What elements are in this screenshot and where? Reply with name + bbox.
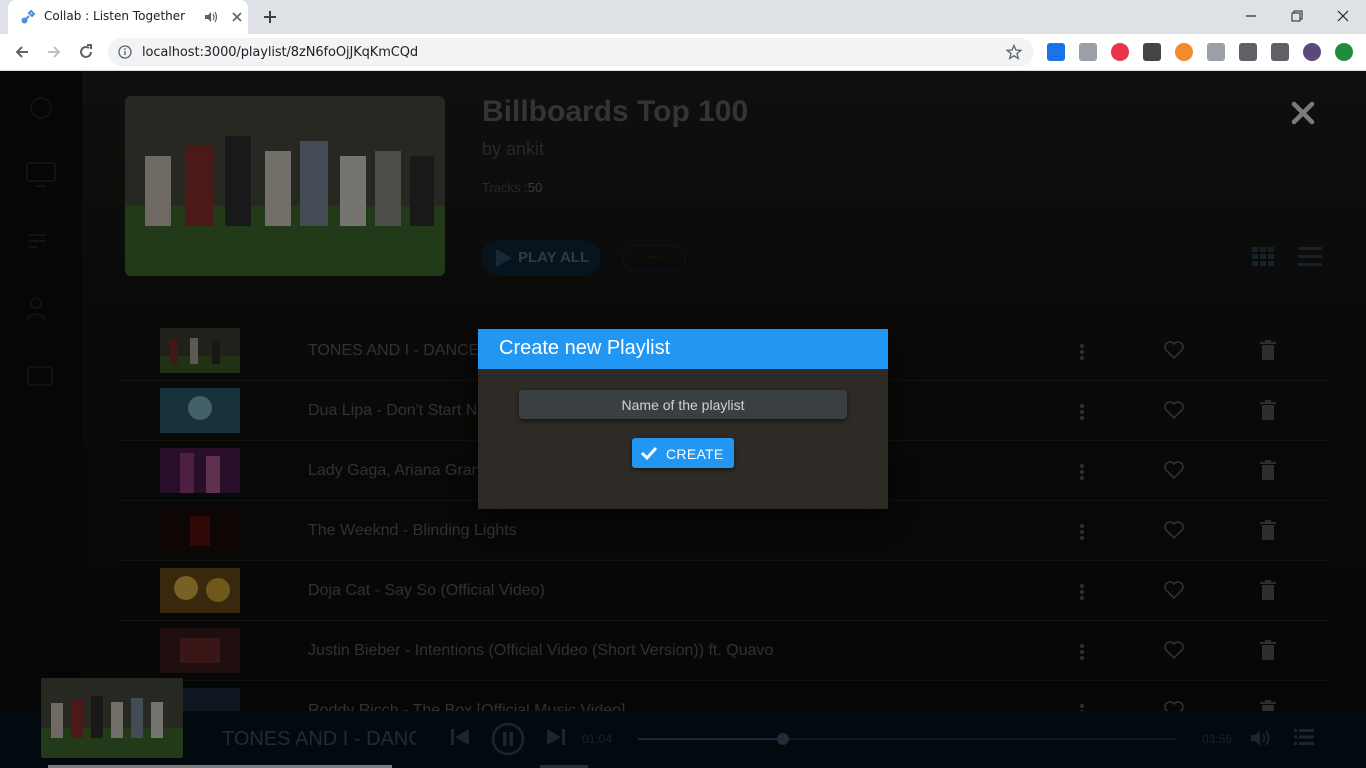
- url-text[interactable]: localhost:3000/playlist/8zN6foOjJKqKmCQd: [142, 45, 418, 60]
- forward-icon[interactable]: [44, 42, 64, 62]
- check-icon: [640, 446, 658, 461]
- address-bar[interactable]: localhost:3000/playlist/8zN6foOjJKqKmCQd: [108, 38, 1034, 66]
- extension-share-icon[interactable]: [1175, 43, 1193, 61]
- extension-photo-icon[interactable]: [1079, 43, 1097, 61]
- new-tab-icon[interactable]: [260, 7, 280, 27]
- site-info-icon[interactable]: [118, 45, 132, 59]
- extensions-puzzle-icon[interactable]: [1239, 43, 1257, 61]
- create-button[interactable]: CREATE: [632, 438, 734, 468]
- update-icon[interactable]: [1335, 43, 1353, 61]
- extension-t-icon[interactable]: [1111, 43, 1129, 61]
- window-close-icon[interactable]: [1332, 5, 1354, 27]
- reload-icon[interactable]: [76, 42, 96, 62]
- back-icon[interactable]: [12, 42, 32, 62]
- app-root: Billboards Top 100 by ankit Tracks :50 P…: [0, 71, 1366, 768]
- media-control-icon[interactable]: [1271, 43, 1289, 61]
- minimize-icon[interactable]: [1240, 5, 1262, 27]
- browser-tabstrip: Collab : Listen Together: [0, 0, 1366, 34]
- dialog-header: Create new Playlist: [478, 329, 888, 369]
- extension-m-icon[interactable]: [1143, 43, 1161, 61]
- browser-tab[interactable]: Collab : Listen Together: [8, 0, 248, 34]
- restore-icon[interactable]: [1286, 5, 1308, 27]
- playlist-name-input[interactable]: [519, 390, 847, 419]
- dialog-title: Create new Playlist: [499, 337, 671, 359]
- profile-avatar[interactable]: [1303, 43, 1321, 61]
- extension-window-icon[interactable]: [1047, 43, 1065, 61]
- create-playlist-dialog: Create new Playlist CREATE: [478, 329, 888, 509]
- guitar-favicon-icon: [21, 9, 36, 24]
- browser-toolbar: localhost:3000/playlist/8zN6foOjJKqKmCQd: [0, 34, 1366, 71]
- tab-close-icon[interactable]: [230, 10, 244, 24]
- tab-audio-icon[interactable]: [204, 10, 218, 24]
- create-button-label: CREATE: [666, 446, 724, 462]
- camera-icon[interactable]: [1207, 43, 1225, 61]
- bookmark-star-icon[interactable]: [1006, 44, 1022, 60]
- tab-title: Collab : Listen Together: [44, 9, 186, 23]
